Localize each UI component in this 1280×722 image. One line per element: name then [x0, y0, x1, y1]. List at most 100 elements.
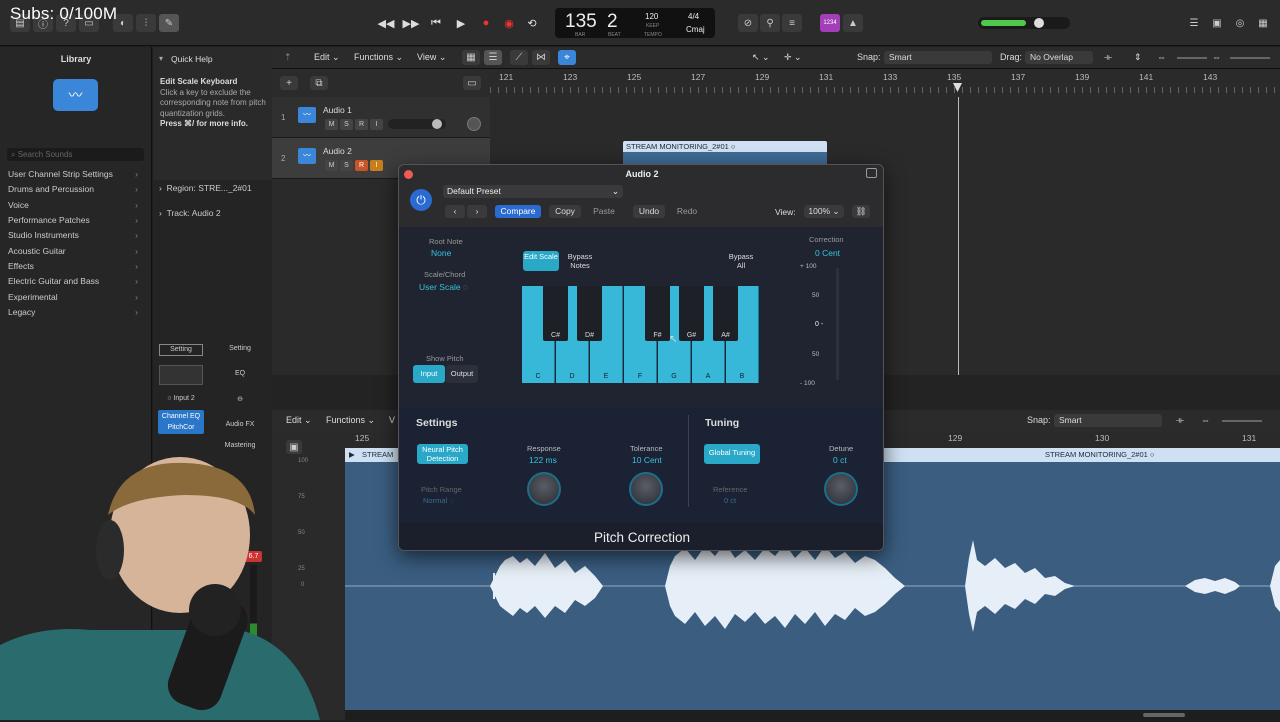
- pointer-tool-icon[interactable]: ↖ ⌄: [752, 52, 770, 63]
- library-item[interactable]: Experimental ›: [8, 292, 138, 302]
- editors-icon[interactable]: ✎: [159, 14, 179, 32]
- flex-icon[interactable]: ⋈: [532, 50, 550, 65]
- pitchcor-slot[interactable]: PitchCor: [168, 424, 195, 431]
- pitch-range-value[interactable]: Normal ◌: [423, 496, 454, 505]
- bypass-notes-button[interactable]: Bypass Notes: [562, 252, 598, 270]
- editor-snap-dropdown[interactable]: Smart: [1054, 414, 1162, 427]
- record-enable-button[interactable]: R: [355, 119, 368, 130]
- input-monitor-button[interactable]: I: [370, 119, 383, 130]
- editor-view-menu[interactable]: V: [389, 415, 395, 425]
- global-tracks-icon[interactable]: ▭: [463, 76, 481, 90]
- track-name[interactable]: Audio 1: [323, 105, 352, 115]
- timeline-ruler[interactable]: 121 123 125 127 129 131 133 135 137 139 …: [490, 69, 1280, 97]
- play-icon[interactable]: ▶: [451, 14, 471, 32]
- tolerance-knob[interactable]: [629, 472, 663, 506]
- piano-key-black[interactable]: F#: [645, 286, 670, 341]
- neural-pitch-detection-button[interactable]: Neural Pitch Detection: [417, 444, 468, 464]
- editor-zoom-slider[interactable]: [1222, 420, 1262, 422]
- bypass-all-button[interactable]: Bypass All: [724, 252, 758, 270]
- mixer-icon[interactable]: ⫶: [136, 14, 156, 32]
- response-knob[interactable]: [527, 472, 561, 506]
- track-name[interactable]: Audio 2: [323, 146, 352, 156]
- view-zoom-dropdown[interactable]: 100% ⌄: [804, 205, 844, 218]
- count-badge[interactable]: 1234: [820, 14, 840, 32]
- paste-button[interactable]: Paste: [587, 205, 621, 218]
- library-item[interactable]: Drums and Percussion ›: [8, 184, 138, 194]
- track-row[interactable]: 1 〰 Audio 1 M S R I: [272, 97, 490, 138]
- list-editors-icon[interactable]: ☰: [1184, 14, 1204, 32]
- output-button[interactable]: Output: [446, 365, 478, 383]
- solo-button[interactable]: S: [340, 160, 353, 171]
- horizontal-zoom-icon[interactable]: ⇔: [1212, 52, 1221, 62]
- library-item[interactable]: Legacy ›: [8, 307, 138, 317]
- functions-menu[interactable]: Functions ⌄: [354, 52, 403, 63]
- input-button[interactable]: ○ Input 2: [159, 395, 203, 402]
- master-volume-slider[interactable]: [978, 17, 1070, 29]
- fader-knob[interactable]: [432, 119, 442, 129]
- mute-button[interactable]: M: [325, 160, 338, 171]
- piano-key-black[interactable]: A#: [713, 286, 738, 341]
- snap-dropdown[interactable]: Smart: [884, 51, 992, 64]
- scale-keyboard[interactable]: C D E F G A B C# D# F# G# A#: [522, 286, 760, 383]
- audio-region[interactable]: STREAM MONITORING_2#01 ○: [623, 141, 827, 165]
- eq-display[interactable]: [159, 365, 203, 385]
- region-inspector[interactable]: › Region: STRE..._2#01: [159, 183, 252, 193]
- library-item[interactable]: User Channel Strip Settings ›: [8, 169, 138, 179]
- up-arrow-icon[interactable]: ⇡: [284, 52, 292, 63]
- capture-record-icon[interactable]: ◉: [499, 14, 519, 32]
- setting-button-2[interactable]: Setting: [218, 344, 262, 356]
- editor-scrollbar[interactable]: [1143, 713, 1185, 717]
- editor-icon[interactable]: ▣: [286, 440, 302, 454]
- next-preset-icon[interactable]: ›: [467, 205, 487, 218]
- volume-knob[interactable]: [1034, 18, 1044, 28]
- global-tuning-button[interactable]: Global Tuning: [704, 444, 760, 464]
- library-item[interactable]: Acoustic Guitar ›: [8, 246, 138, 256]
- metronome-icon[interactable]: ▲: [843, 14, 863, 32]
- preset-dropdown[interactable]: Default Preset ⌄: [443, 185, 623, 198]
- volume-fader[interactable]: [388, 119, 446, 129]
- lcd-display[interactable]: 135 2 BAR BEAT 120 KEEP TEMPO 4/4 Cmaj: [555, 8, 715, 38]
- library-item[interactable]: Studio Instruments ›: [8, 230, 138, 240]
- link-icon[interactable]: ⛓: [852, 205, 870, 218]
- vertical-zoom-slider[interactable]: [1177, 57, 1207, 59]
- notepad-icon[interactable]: ▣: [1207, 14, 1227, 32]
- piano-key-black[interactable]: G#: [679, 286, 704, 341]
- setting-button[interactable]: Setting: [159, 344, 203, 356]
- link-icon[interactable]: ⊖: [218, 395, 262, 403]
- input-button[interactable]: Input: [413, 365, 445, 383]
- view-menu[interactable]: View ⌄: [417, 52, 446, 63]
- grid-view-icon[interactable]: ▦: [462, 50, 480, 65]
- piano-key-black[interactable]: D#: [577, 286, 602, 341]
- fit-icon[interactable]: ⇕: [1134, 52, 1142, 63]
- drag-dropdown[interactable]: No Overlap: [1025, 51, 1093, 64]
- record-icon[interactable]: ●: [476, 14, 496, 32]
- undo-button[interactable]: Undo: [633, 205, 665, 218]
- edit-menu[interactable]: Edit ⌄: [314, 52, 340, 63]
- list-view-icon[interactable]: ☰: [484, 50, 502, 65]
- library-item[interactable]: Performance Patches ›: [8, 215, 138, 225]
- plugin-slots[interactable]: Channel EQ PitchCor: [158, 410, 204, 434]
- vertical-zoom-icon[interactable]: ⇔: [1157, 52, 1166, 62]
- go-to-start-icon[interactable]: ⏮: [426, 14, 446, 32]
- library-item[interactable]: Voice ›: [8, 200, 138, 210]
- pan-knob[interactable]: [467, 117, 481, 131]
- reference-value[interactable]: 0 ct: [724, 496, 736, 505]
- cycle-icon[interactable]: ⟲: [522, 14, 542, 32]
- input-monitor-button[interactable]: I: [370, 160, 383, 171]
- duplicate-track-icon[interactable]: ⧉: [310, 76, 328, 90]
- fast-forward-icon[interactable]: ▶▶: [401, 14, 421, 32]
- copy-button[interactable]: Copy: [549, 205, 581, 218]
- detune-knob[interactable]: [824, 472, 858, 506]
- count-in-icon[interactable]: ⊘: [738, 14, 758, 32]
- tuner-icon[interactable]: ⚲: [760, 14, 780, 32]
- chevron-down-icon[interactable]: ▾: [159, 54, 163, 63]
- track-inspector[interactable]: › Track: Audio 2: [159, 208, 221, 218]
- loop-browser-icon[interactable]: ◎: [1230, 14, 1250, 32]
- catch-icon[interactable]: ⌖: [558, 50, 576, 65]
- editor-waveform-zoom-icon[interactable]: ⟛: [1176, 415, 1184, 426]
- previous-preset-icon[interactable]: ‹: [445, 205, 465, 218]
- scale-value[interactable]: User Scale ◌: [419, 282, 468, 292]
- power-icon[interactable]: ⏻: [410, 189, 432, 211]
- editor-zoom-icon[interactable]: ⇔: [1201, 415, 1210, 425]
- solo-button[interactable]: S: [340, 119, 353, 130]
